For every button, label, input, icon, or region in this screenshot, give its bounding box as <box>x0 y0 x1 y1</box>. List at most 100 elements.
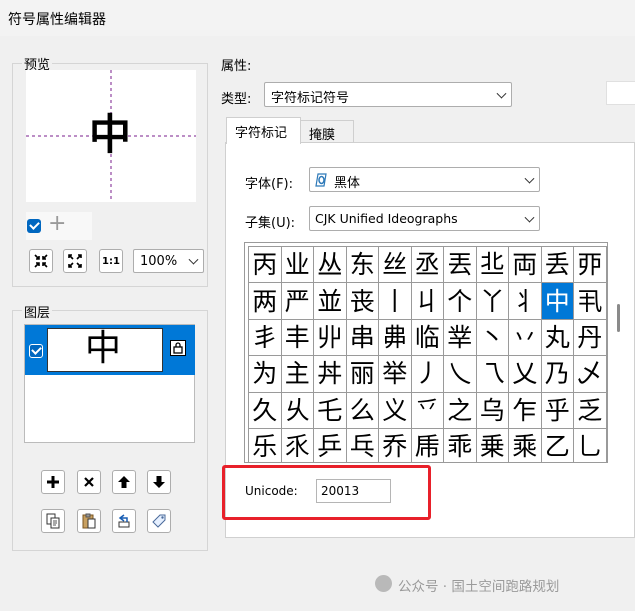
glyph-cell[interactable]: 乄 <box>573 355 607 393</box>
lock-icon[interactable] <box>170 340 186 356</box>
glyph-cell[interactable]: 主 <box>280 355 314 393</box>
unicode-input[interactable]: 20013 <box>316 479 391 503</box>
subset-select[interactable]: CJK Unified Ideographs <box>309 206 540 231</box>
glyph-cell[interactable]: 両 <box>508 245 542 284</box>
scrollbar-thumb[interactable] <box>617 304 620 332</box>
glyph-cell[interactable]: 两 <box>248 282 282 320</box>
delete-layer-button[interactable] <box>77 470 101 494</box>
zoom-select[interactable]: 100% <box>133 249 204 273</box>
glyph-cell[interactable]: 丧 <box>345 282 379 320</box>
glyph-cell[interactable]: 丰 <box>280 318 314 357</box>
glyph-cell[interactable]: 乒 <box>313 427 347 462</box>
glyph-cell[interactable]: 丫 <box>475 282 509 320</box>
glyph-cell[interactable]: 丹 <box>573 318 607 357</box>
glyph-cell[interactable]: 丸 <box>540 318 574 357</box>
glyph-cell[interactable]: 串 <box>345 318 379 357</box>
copy-layer-button[interactable] <box>41 509 65 533</box>
glyph-cell[interactable]: 严 <box>280 282 314 320</box>
paste-layer-button[interactable] <box>77 509 101 533</box>
glyph-cell[interactable]: 丟 <box>443 245 477 284</box>
glyph-cell[interactable]: 中 <box>540 282 574 320</box>
font-value: 黑体 <box>334 176 361 191</box>
glyph-cell[interactable]: 临 <box>410 318 444 357</box>
glyph-cell[interactable]: 之 <box>443 391 477 429</box>
glyph-cell[interactable]: 乓 <box>345 427 379 462</box>
glyph-cell[interactable]: 乆 <box>280 391 314 429</box>
glyph-cell[interactable]: 丮 <box>573 282 607 320</box>
glyph-cell[interactable]: 乔 <box>378 427 412 462</box>
preview-visible-checkbox[interactable] <box>27 219 41 233</box>
glyph-cell[interactable]: 久 <box>248 391 282 429</box>
grid-row: 乐乑乒乓乔乕乖乗乘乙乚 <box>248 427 607 462</box>
glyph-cell[interactable]: 乀 <box>443 355 477 393</box>
arrow-down-icon <box>153 476 165 488</box>
glyph-cell[interactable]: 乚 <box>573 427 607 462</box>
preview-glyph: 中 <box>89 110 132 159</box>
arrow-up-icon <box>118 476 130 488</box>
add-icon[interactable]: + <box>48 213 66 235</box>
glyph-cell[interactable]: 乁 <box>475 355 509 393</box>
glyph-cell[interactable]: 乂 <box>508 355 542 393</box>
glyph-cell[interactable]: 乃 <box>540 355 574 393</box>
glyph-cell[interactable]: 丨 <box>378 282 412 320</box>
glyph-cell[interactable]: 乗 <box>475 427 509 462</box>
glyph-cell[interactable]: 义 <box>378 391 412 429</box>
move-down-button[interactable] <box>147 470 171 494</box>
move-up-button[interactable] <box>112 470 136 494</box>
glyph-cell[interactable]: 乖 <box>443 427 477 462</box>
glyph-cell[interactable]: 举 <box>378 355 412 393</box>
zoom-out-button[interactable] <box>63 249 87 273</box>
tab-char-mark[interactable]: 字符标记 <box>226 117 301 144</box>
glyph-cell[interactable]: 丶 <box>475 318 509 357</box>
reset-layer-button[interactable] <box>112 509 136 533</box>
actual-size-button[interactable]: 1:1 <box>99 249 123 273</box>
glyph-cell[interactable]: 丷 <box>508 318 542 357</box>
glyph-cell[interactable]: 丢 <box>540 245 574 284</box>
add-layer-button[interactable] <box>41 470 65 494</box>
glyph-cell[interactable]: 乐 <box>248 427 282 462</box>
type-value: 字符标记符号 <box>271 91 350 106</box>
glyph-cell[interactable]: 乊 <box>410 391 444 429</box>
wechat-icon <box>375 575 392 592</box>
glyph-cell[interactable]: 丿 <box>410 355 444 393</box>
glyph-cell[interactable]: 丼 <box>313 355 347 393</box>
glyph-cell[interactable]: 乕 <box>410 427 444 462</box>
glyph-cell[interactable]: 乇 <box>313 391 347 429</box>
zoom-in-button[interactable] <box>29 249 53 273</box>
glyph-cell[interactable]: 么 <box>345 391 379 429</box>
glyph-cell[interactable]: 乙 <box>540 427 574 462</box>
glyph-cell[interactable]: 丝 <box>378 245 412 284</box>
glyph-cell[interactable]: 丳 <box>378 318 412 357</box>
glyph-cell[interactable]: 为 <box>248 355 282 393</box>
glyph-cell[interactable]: 乍 <box>508 391 542 429</box>
glyph-cell[interactable]: 乑 <box>280 427 314 462</box>
layer-visible-checkbox[interactable] <box>29 344 43 358</box>
type-select[interactable]: 字符标记符号 <box>264 82 512 107</box>
glyph-cell[interactable]: 乌 <box>475 391 509 429</box>
tag-layer-button[interactable] <box>147 509 171 533</box>
font-select[interactable]: 黑体 <box>309 167 540 192</box>
glyph-cell[interactable]: 乘 <box>508 427 542 462</box>
glyph-cell[interactable]: 丩 <box>410 282 444 320</box>
glyph-cell[interactable]: 丯 <box>248 318 282 357</box>
glyph-cell[interactable]: 东 <box>345 245 379 284</box>
glyph-cell[interactable]: 丞 <box>410 245 444 284</box>
glyph-cell[interactable]: 丙 <box>248 245 282 284</box>
glyph-cell[interactable]: 丽 <box>345 355 379 393</box>
glyph-cell[interactable]: 业 <box>280 245 314 284</box>
glyph-cell[interactable]: 並 <box>313 282 347 320</box>
glyph-cell[interactable]: 个 <box>443 282 477 320</box>
glyph-cell[interactable]: 丱 <box>313 318 347 357</box>
zoom-value: 100% <box>140 254 178 269</box>
glyph-cell[interactable]: 丣 <box>573 245 607 284</box>
tab-mask[interactable]: 掩膜 <box>300 120 354 143</box>
glyph-cell[interactable]: 丵 <box>443 318 477 357</box>
glyph-cell[interactable]: 丛 <box>313 245 347 284</box>
grid-scrollbar[interactable] <box>608 242 630 463</box>
glyph-cell[interactable]: 丠 <box>475 245 509 284</box>
subset-value: CJK Unified Ideographs <box>315 211 458 226</box>
glyph-cell[interactable]: 乎 <box>540 391 574 429</box>
glyph-cell[interactable]: 乏 <box>573 391 607 429</box>
extra-panel-edge <box>606 81 635 105</box>
glyph-cell[interactable]: 丬 <box>508 282 542 320</box>
